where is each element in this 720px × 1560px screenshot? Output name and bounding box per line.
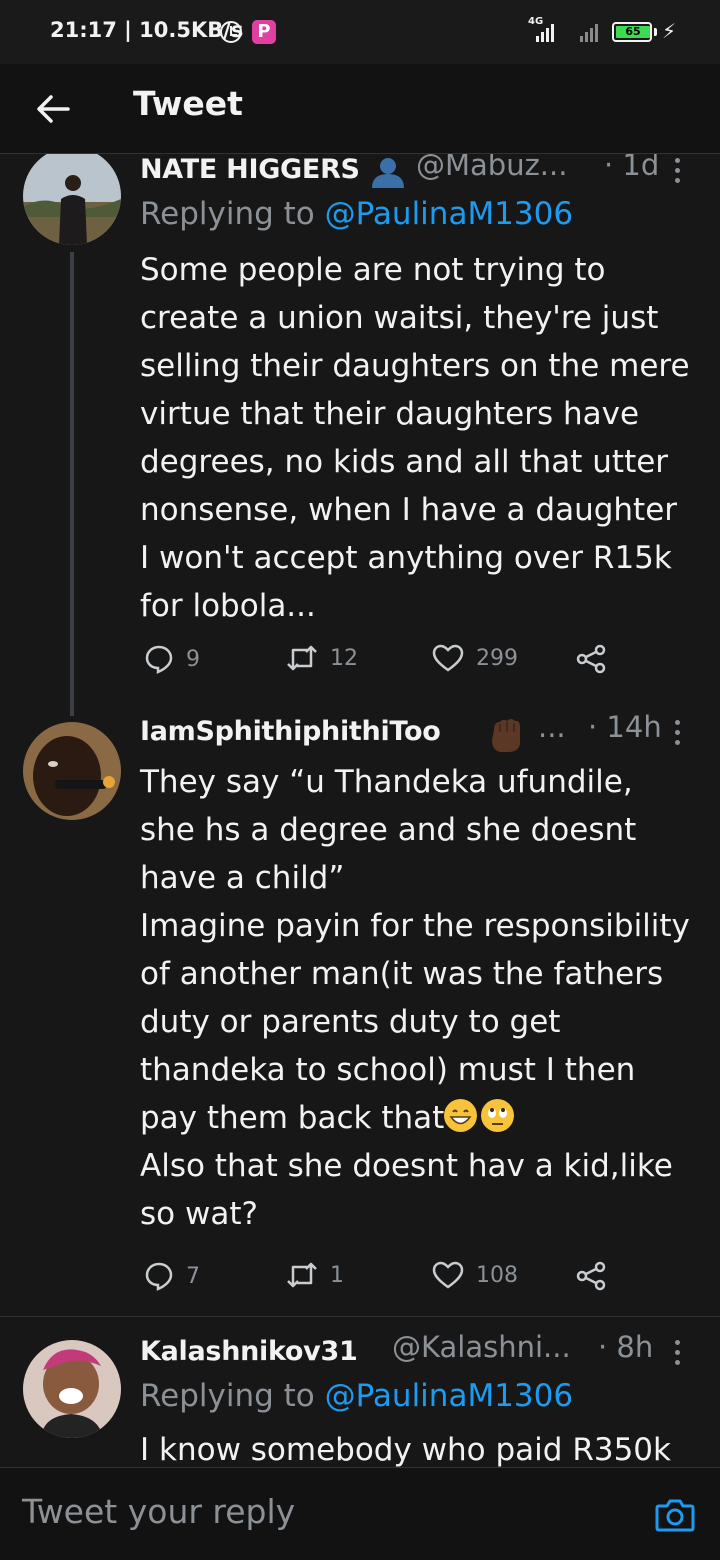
share-button[interactable] (576, 1261, 608, 1291)
tweet-line: Some people are not trying to (140, 252, 606, 288)
tweet-line: I won't accept anything over R15k (140, 540, 672, 576)
tweet-header: Kalashnikov31 @Kalashni... · 8h (140, 1330, 700, 1376)
display-name[interactable]: Kalashnikov31 (140, 1336, 358, 1367)
tweet-line: of another man(it was the fathers (140, 956, 664, 992)
tweet-line: I know somebody who paid R350k (140, 1432, 671, 1467)
tweet-actions: 7 1 108 (140, 1261, 620, 1301)
tweet-text: They say “u Thandeka ufundile, she hs a … (140, 758, 710, 1238)
app-notification-icon: P (252, 20, 276, 44)
tweet-line: have a child” (140, 860, 345, 896)
status-bar: 21:17 | 10.5KB/s P 4G 65 ⚡ (0, 0, 720, 64)
retweet-button[interactable]: 1 (286, 1261, 344, 1289)
tweet-line: pay them back that (140, 1100, 445, 1136)
more-icon[interactable] (674, 158, 682, 186)
alarm-icon (220, 21, 242, 43)
replying-to-label: Replying to (140, 196, 325, 232)
like-icon (432, 1261, 464, 1289)
more-icon[interactable] (674, 720, 682, 748)
tweet-line: create a union waitsi, they're just (140, 300, 659, 336)
tweet-text: I know somebody who paid R350k (140, 1426, 710, 1467)
share-icon (576, 644, 606, 674)
tweet-2[interactable]: IamSphithiphithiToo ... · 14h They say “… (0, 710, 720, 1316)
retweet-icon (287, 645, 317, 671)
like-icon (432, 644, 464, 672)
battery-tip (654, 28, 657, 36)
tweet-time: · 14h (588, 710, 662, 744)
tweet-line: nonsense, when I have a daughter (140, 492, 678, 528)
signal-icon (536, 22, 554, 42)
replying-to: Replying to @PaulinaM1306 (140, 1378, 573, 1414)
signal-icon-2 (580, 22, 598, 42)
tweet-line: They say “u Thandeka ufundile, (140, 764, 633, 800)
retweet-button[interactable]: 12 (286, 644, 358, 672)
tweet-feed[interactable]: NATE HIGGERS @Mabuz... · 1d Replying to … (0, 154, 720, 1467)
tweet-line: virtue that their daughters have (140, 396, 640, 432)
share-icon (576, 1261, 606, 1291)
battery-level: 65 (616, 26, 650, 38)
reply-button[interactable]: 7 (144, 1261, 200, 1291)
retweet-count: 12 (330, 645, 358, 671)
tweet-line: for lobola... (140, 588, 316, 624)
page-title: Tweet (133, 84, 243, 123)
retweet-icon (287, 1262, 317, 1288)
charging-icon: ⚡ (662, 19, 677, 43)
tweet-divider (0, 1316, 720, 1317)
reply-count: 7 (186, 1263, 200, 1289)
camera-icon[interactable] (654, 1494, 696, 1536)
tweet-1[interactable]: NATE HIGGERS @Mabuz... · 1d Replying to … (0, 154, 720, 716)
mention-link[interactable]: @PaulinaM1306 (325, 1378, 573, 1414)
tweet-line: thandeka to school) must I then (140, 1052, 636, 1088)
display-name[interactable]: IamSphithiphithiToo (140, 716, 441, 747)
replying-to-label: Replying to (140, 1378, 325, 1414)
tweet-line: so wat? (140, 1196, 258, 1232)
grinning-emoji-icon (444, 1099, 478, 1132)
tweet-line: Imagine payin for the responsibility (140, 908, 690, 944)
reply-icon (145, 1262, 173, 1291)
like-button[interactable]: 299 (432, 644, 518, 672)
tweet-line: selling their daughters on the mere (140, 348, 690, 384)
app-header: Tweet (0, 64, 720, 154)
tweet-text: Some people are not trying to create a u… (140, 246, 710, 630)
tweet-line: duty or parents duty to get (140, 1004, 561, 1040)
retweet-count: 1 (330, 1262, 344, 1288)
tweet-header: NATE HIGGERS @Mabuz... · 1d (140, 154, 700, 194)
mention-link[interactable]: @PaulinaM1306 (325, 196, 573, 232)
tweet-line: she hs a degree and she doesnt (140, 812, 637, 848)
avatar[interactable] (23, 1340, 121, 1438)
back-arrow-icon[interactable] (30, 86, 76, 132)
person-emoji-icon (372, 158, 404, 188)
tweet-line: degrees, no kids and all that utter (140, 444, 669, 480)
like-button[interactable]: 108 (432, 1261, 518, 1289)
display-name[interactable]: NATE HIGGERS (140, 154, 360, 185)
tweet-line-with-emoji: pay them back that (140, 1094, 710, 1142)
reply-input[interactable]: Tweet your reply (22, 1492, 295, 1531)
like-count: 108 (476, 1262, 518, 1288)
username-handle[interactable]: @Kalashni... (392, 1330, 571, 1364)
thread-line (70, 252, 74, 716)
raised-fist-emoji-icon (492, 719, 520, 752)
eye-roll-emoji-icon (481, 1099, 515, 1132)
username-handle[interactable]: ... (538, 710, 566, 744)
tweet-header: IamSphithiphithiToo ... · 14h (140, 710, 700, 756)
reply-button[interactable]: 9 (144, 644, 200, 674)
avatar[interactable] (23, 154, 121, 245)
tweet-time: · 1d (604, 154, 660, 182)
replying-to: Replying to @PaulinaM1306 (140, 196, 573, 232)
username-handle[interactable]: @Mabuz... (416, 154, 567, 182)
battery-icon: 65 (612, 22, 652, 42)
like-count: 299 (476, 645, 518, 671)
more-icon[interactable] (674, 1340, 682, 1368)
tweet-actions: 9 12 299 (140, 644, 620, 684)
tweet-line: Also that she doesnt hav a kid,like (140, 1148, 673, 1184)
tweet-3[interactable]: Kalashnikov31 @Kalashni... · 8h Replying… (0, 1330, 720, 1467)
status-time: 21:17 | 10.5KB/s (50, 18, 244, 42)
share-button[interactable] (576, 644, 608, 674)
tweet-time: · 8h (598, 1330, 654, 1364)
avatar[interactable] (23, 722, 121, 820)
reply-composer[interactable]: Tweet your reply (0, 1467, 720, 1560)
reply-icon (145, 645, 173, 674)
reply-count: 9 (186, 646, 200, 672)
